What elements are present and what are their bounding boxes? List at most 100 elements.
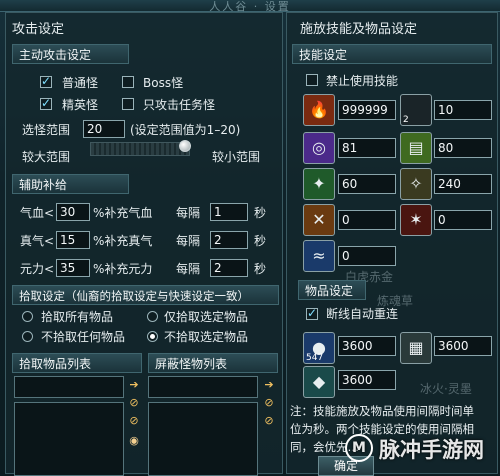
add-arrow-icon[interactable]: ➔ [127, 378, 141, 392]
pickup-none-radio[interactable] [22, 331, 33, 342]
skill-interval-input[interactable]: 80 [434, 138, 492, 158]
block-list[interactable] [148, 402, 258, 476]
pickup-none-label: 不拾取任何物品 [41, 330, 126, 344]
normal-monster-label: 普通怪 [62, 76, 99, 90]
auto-reconnect-checkbox[interactable] [306, 306, 318, 320]
pickup-selected-only-radio[interactable] [147, 311, 158, 322]
quest-monster-only-checkbox[interactable] [122, 98, 134, 110]
pickup-list-header: 拾取物品列表 [12, 353, 142, 373]
red-spark-icon[interactable]: ✶ [400, 204, 432, 236]
skill-glyph: ≈ [312, 246, 326, 265]
item-glyph: ◆ [312, 372, 326, 391]
skill-glyph: ✶ [409, 210, 423, 229]
supply-seconds-input[interactable]: 2 [210, 231, 248, 249]
skill-interval-input[interactable]: 0 [338, 210, 396, 230]
skip-selected-label: 不拾取选定物品 [164, 330, 249, 344]
supply-every-label: 每隔 [176, 262, 201, 276]
supply-header: 辅助补给 [12, 174, 129, 194]
range-label: 选怪范围 [22, 123, 71, 137]
quest-monster-only-label: 只攻击任务怪 [143, 98, 216, 112]
skill-glyph: 🔥 [309, 100, 329, 119]
supply-seconds-unit: 秒 [254, 206, 267, 220]
skip-selected-radio[interactable] [147, 331, 158, 342]
disable-skills-label: 禁止使用技能 [326, 74, 399, 88]
block-remove-icon[interactable]: ⊘ [262, 396, 276, 410]
pickup-selected-only-label: 仅拾取选定物品 [164, 310, 249, 324]
pickup-all-radio[interactable] [22, 311, 33, 322]
skill-interval-input[interactable]: 240 [434, 174, 492, 194]
supply-percent-input[interactable]: 35 [56, 259, 90, 277]
note-line: 注：技能施放及物品使用间隔时间单 [290, 404, 474, 418]
settings-window: 人人谷 · 设置 攻击设定 主动攻击设定 普通怪 Boss怪 精英怪 只攻击任务… [0, 0, 500, 476]
supply-suffix-label: %补充真气 [93, 234, 153, 248]
empty-slot-icon[interactable]: 2 [400, 94, 432, 126]
watermark-text: 脉冲手游网 [379, 438, 484, 462]
remove-icon-2[interactable]: ⊘ [127, 414, 141, 428]
round-button-icon[interactable]: ◉ [127, 434, 141, 448]
block-list-input[interactable] [148, 376, 258, 398]
item-interval-input[interactable]: 3600 [434, 336, 492, 356]
supply-suffix-label: %补充气血 [93, 206, 153, 220]
item-glyph: ▦ [408, 338, 424, 357]
item-interval-input[interactable]: 3600 [338, 370, 396, 390]
skill-glyph: ✧ [409, 174, 423, 193]
supply-seconds-input[interactable]: 2 [210, 259, 248, 277]
boss-monster-label: Boss怪 [143, 76, 184, 90]
skill-glyph: ◎ [312, 138, 326, 157]
teal-item-icon[interactable]: ◆ [303, 366, 335, 398]
skill-badge: 2 [403, 115, 409, 125]
block-add-arrow-icon[interactable]: ➔ [262, 378, 276, 392]
skill-interval-input[interactable]: 60 [338, 174, 396, 194]
supply-every-label: 每隔 [176, 234, 201, 248]
pickup-list[interactable] [14, 402, 124, 476]
boss-monster-checkbox[interactable] [122, 76, 134, 88]
green-book-icon[interactable]: ▤ [400, 132, 432, 164]
supply-seconds-unit: 秒 [254, 234, 267, 248]
pickup-header: 拾取设定（仙裔的拾取设定与快速设定一致） [12, 285, 279, 305]
skill-glyph: ✦ [312, 174, 326, 193]
skill-glyph: ✕ [312, 210, 326, 229]
normal-monster-checkbox[interactable] [40, 74, 52, 88]
elite-monster-label: 精英怪 [62, 98, 99, 112]
range-hint: (设定范围值为1–20) [130, 123, 241, 137]
remove-icon[interactable]: ⊘ [127, 396, 141, 410]
supply-percent-input[interactable]: 15 [56, 231, 90, 249]
watermark-logo-icon: M [345, 434, 373, 462]
skill-item-title: 施放技能及物品设定 [300, 22, 418, 37]
cross-slash-icon[interactable]: ✕ [303, 204, 335, 236]
skill-interval-input[interactable]: 10 [434, 100, 492, 120]
pickup-list-input[interactable] [14, 376, 124, 398]
skill-interval-input[interactable]: 999999 [338, 100, 396, 120]
supply-prefix-label: 真气< [20, 234, 55, 248]
supply-prefix-label: 气血< [20, 206, 55, 220]
title-bar: 人人谷 · 设置 [0, 0, 500, 13]
skill-interval-input[interactable]: 0 [434, 210, 492, 230]
range-slider-thumb[interactable] [179, 140, 191, 152]
blue-wave-icon[interactable]: ≈ [303, 240, 335, 272]
pickup-all-label: 拾取所有物品 [41, 310, 114, 324]
skill-settings-header: 技能设定 [292, 44, 492, 64]
green-slash-icon[interactable]: ✦ [303, 168, 335, 200]
dark-claw-icon[interactable]: ✧ [400, 168, 432, 200]
main-attack-header: 主动攻击设定 [12, 44, 129, 64]
attack-settings-title: 攻击设定 [12, 22, 65, 37]
supply-suffix-label: %补充元力 [93, 262, 153, 276]
cage-item-icon[interactable]: ▦ [400, 332, 432, 364]
vortex-skill-icon[interactable]: ◎ [303, 132, 335, 164]
watermark: M 脉冲手游网 [345, 430, 495, 474]
skill-interval-input[interactable]: 0 [338, 246, 396, 266]
background-word: 冰火·灵墨 [420, 382, 472, 396]
fire-skill-icon[interactable]: 🔥 [303, 94, 335, 126]
blue-orb-item-icon[interactable]: ● 547 [303, 332, 335, 364]
supply-every-label: 每隔 [176, 206, 201, 220]
supply-seconds-input[interactable]: 1 [210, 203, 248, 221]
item-interval-input[interactable]: 3600 [338, 336, 396, 356]
range-slider-track[interactable] [90, 142, 190, 156]
block-list-header: 屏蔽怪物列表 [148, 353, 278, 373]
range-input[interactable]: 20 [83, 120, 125, 138]
elite-monster-checkbox[interactable] [40, 96, 52, 110]
disable-skills-checkbox[interactable] [306, 74, 318, 86]
supply-percent-input[interactable]: 30 [56, 203, 90, 221]
block-remove-icon-2[interactable]: ⊘ [262, 414, 276, 428]
skill-interval-input[interactable]: 81 [338, 138, 396, 158]
